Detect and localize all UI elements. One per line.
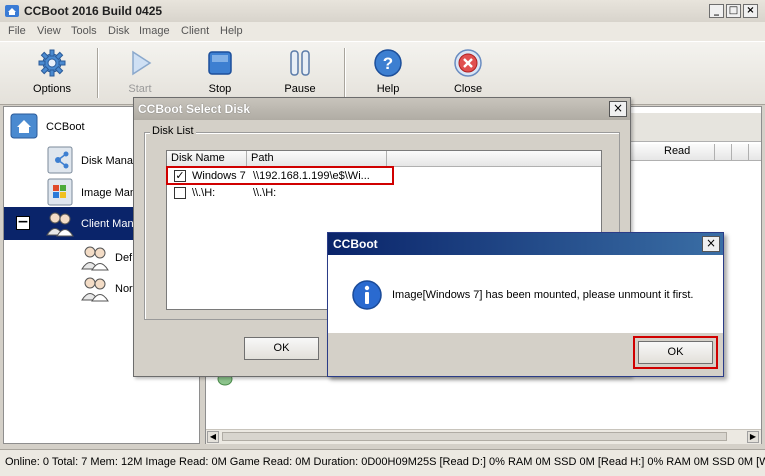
menu-tools[interactable]: Tools <box>71 25 97 37</box>
column-read[interactable]: Read <box>664 145 690 157</box>
select-disk-titlebar[interactable]: CCBoot Select Disk × <box>134 98 630 120</box>
select-disk-close-button[interactable]: × <box>609 101 627 117</box>
column-divider <box>748 144 749 160</box>
svg-text:?: ? <box>383 54 393 73</box>
disk-name-cell: \\.\H: <box>192 187 216 199</box>
ccboot-message-dialog: CCBoot × Image[Windows 7] has been mount… <box>327 232 724 377</box>
ccboot-app-window: CCBoot 2016 Build 0425 _ □ × File View T… <box>0 0 765 476</box>
menu-client[interactable]: Client <box>181 25 209 37</box>
scrollbar-thumb[interactable] <box>222 432 727 441</box>
pane-toolbar-strip <box>626 113 761 142</box>
help-button[interactable]: ? Help <box>356 46 420 100</box>
message-title: CCBoot <box>333 237 378 251</box>
ccboot-app-icon <box>5 5 19 17</box>
stop-button[interactable]: Stop <box>188 46 252 100</box>
annotation-highlight-ok <box>633 336 718 369</box>
close-button[interactable]: Close <box>436 46 500 100</box>
tree-label-client-group-1: Def <box>115 252 133 264</box>
message-close-button[interactable]: × <box>702 236 720 252</box>
start-button[interactable]: Start <box>108 46 172 100</box>
users-icon <box>46 212 74 237</box>
stop-icon <box>208 51 232 75</box>
users-icon <box>81 246 109 271</box>
select-disk-ok-button[interactable]: OK <box>244 337 319 360</box>
scroll-left-arrow[interactable]: ◀ <box>207 431 219 443</box>
tree-label-ccboot: CCBoot <box>46 121 85 133</box>
menu-image[interactable]: Image <box>139 25 170 37</box>
title-bar[interactable]: CCBoot 2016 Build 0425 _ □ × <box>0 0 765 23</box>
close-window-button[interactable]: × <box>743 4 758 18</box>
tree-label-image-manager: Image Man <box>81 187 137 199</box>
help-icon: ? <box>374 49 402 77</box>
home-server-icon <box>10 113 38 139</box>
image-manager-icon <box>47 178 73 206</box>
status-text: Online: 0 Total: 7 Mem: 12M Image Read: … <box>5 456 765 468</box>
pause-icon <box>290 50 310 76</box>
minimize-button[interactable]: _ <box>709 4 724 18</box>
pause-label: Pause <box>284 83 316 95</box>
menu-file[interactable]: File <box>8 25 26 37</box>
info-icon <box>352 280 382 310</box>
options-label: Options <box>33 83 71 95</box>
column-path[interactable]: Path <box>247 151 387 167</box>
message-body: Image[Windows 7] has been mounted, pleas… <box>328 255 723 333</box>
toolbar: Options Start Stop Pause ? Help Close <box>0 41 765 105</box>
gear-icon <box>38 49 66 77</box>
annotation-highlight-row <box>166 166 394 185</box>
close-circle-icon <box>454 49 482 77</box>
menu-view[interactable]: View <box>37 25 61 37</box>
play-icon <box>132 50 152 76</box>
message-titlebar[interactable]: CCBoot × <box>328 233 723 255</box>
message-text: Image[Windows 7] has been mounted, pleas… <box>392 289 694 301</box>
list-header: Read <box>626 144 761 161</box>
menu-disk[interactable]: Disk <box>108 25 129 37</box>
disk-path-cell: \\.\H: <box>253 187 277 199</box>
toolbar-separator <box>97 48 99 98</box>
help-label: Help <box>376 83 400 95</box>
tree-label-client-manager: Client Mana <box>81 218 140 230</box>
disk-list-group-label: Disk List <box>150 125 196 137</box>
stop-label: Stop <box>208 83 232 95</box>
disk-manager-icon <box>47 146 73 174</box>
window-title: CCBoot 2016 Build 0425 <box>24 4 163 18</box>
options-button[interactable]: Options <box>20 46 84 100</box>
column-divider <box>731 144 732 160</box>
users-icon <box>81 277 109 302</box>
scroll-right-arrow[interactable]: ▶ <box>747 431 759 443</box>
maximize-button[interactable]: □ <box>726 4 741 18</box>
close-label: Close <box>453 83 483 95</box>
column-empty <box>387 151 601 167</box>
column-disk-name[interactable]: Disk Name <box>167 151 247 167</box>
toolbar-separator <box>344 48 346 98</box>
pause-button[interactable]: Pause <box>268 46 332 100</box>
disk-row-checkbox[interactable] <box>174 187 186 199</box>
tree-label-disk-manager: Disk Manag <box>81 155 140 167</box>
start-label: Start <box>128 83 152 95</box>
menu-help[interactable]: Help <box>220 25 243 37</box>
status-bar: Online: 0 Total: 7 Mem: 12M Image Read: … <box>0 449 765 476</box>
tree-label-client-group-2: Nor <box>115 283 133 295</box>
menu-bar: File View Tools Disk Image Client Help <box>0 22 765 41</box>
column-divider <box>714 144 715 160</box>
select-disk-title: CCBoot Select Disk <box>138 102 251 116</box>
horizontal-scrollbar[interactable]: ◀ ▶ <box>206 429 761 444</box>
disk-row-h[interactable]: \\.\H: \\.\H: <box>167 185 601 202</box>
collapse-toggle[interactable]: − <box>16 215 30 230</box>
